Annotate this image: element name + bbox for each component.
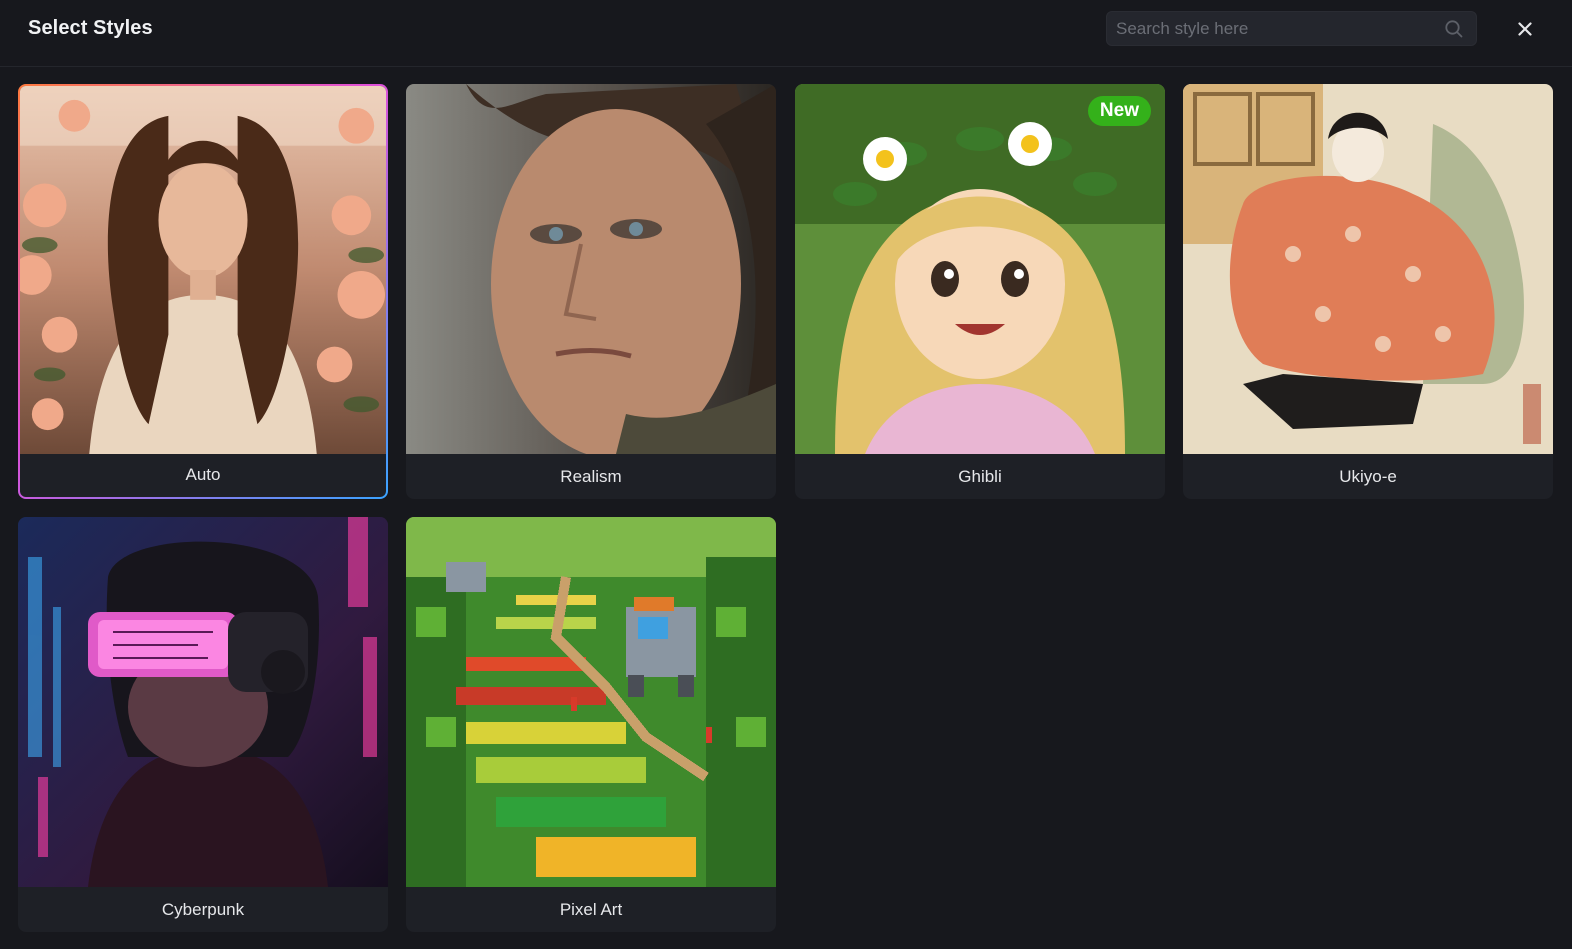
style-card-ukiyo-e[interactable]: Ukiyo-e	[1183, 84, 1553, 499]
pixel-art-style-thumbnail	[406, 517, 776, 887]
style-label: Cyberpunk	[161, 899, 245, 919]
style-card-cyberpunk[interactable]: Cyberpunk	[18, 517, 388, 932]
search-input[interactable]	[1107, 12, 1437, 45]
style-label: Auto	[185, 464, 221, 484]
style-label: Realism	[560, 466, 622, 486]
modal-header: Select Styles	[0, 0, 1572, 67]
style-label: Ukiyo-e	[1339, 466, 1397, 486]
search-box[interactable]	[1106, 11, 1477, 46]
ukiyo-e-style-thumbnail	[1183, 84, 1553, 454]
style-label: Pixel Art	[559, 899, 623, 919]
close-icon	[1518, 22, 1532, 36]
cyberpunk-style-thumbnail	[18, 517, 388, 887]
new-badge: New	[1087, 96, 1151, 126]
style-card-pixel-art[interactable]: Pixel Art	[406, 517, 776, 932]
realism-style-thumbnail	[406, 84, 776, 454]
close-button[interactable]	[1510, 14, 1540, 44]
ghibli-style-thumbnail	[795, 84, 1165, 454]
search-icon[interactable]	[1444, 19, 1464, 39]
style-card-realism[interactable]: Realism	[406, 84, 776, 499]
select-styles-modal: Select Styles Search style here Auto Rea…	[0, 0, 1572, 949]
style-card-ghibli[interactable]: New Ghibli	[795, 84, 1165, 499]
modal-title: Select Styles	[28, 17, 153, 39]
style-card-auto[interactable]: Auto	[18, 84, 388, 499]
auto-style-thumbnail	[20, 86, 386, 454]
style-label: Ghibli	[958, 466, 1002, 486]
